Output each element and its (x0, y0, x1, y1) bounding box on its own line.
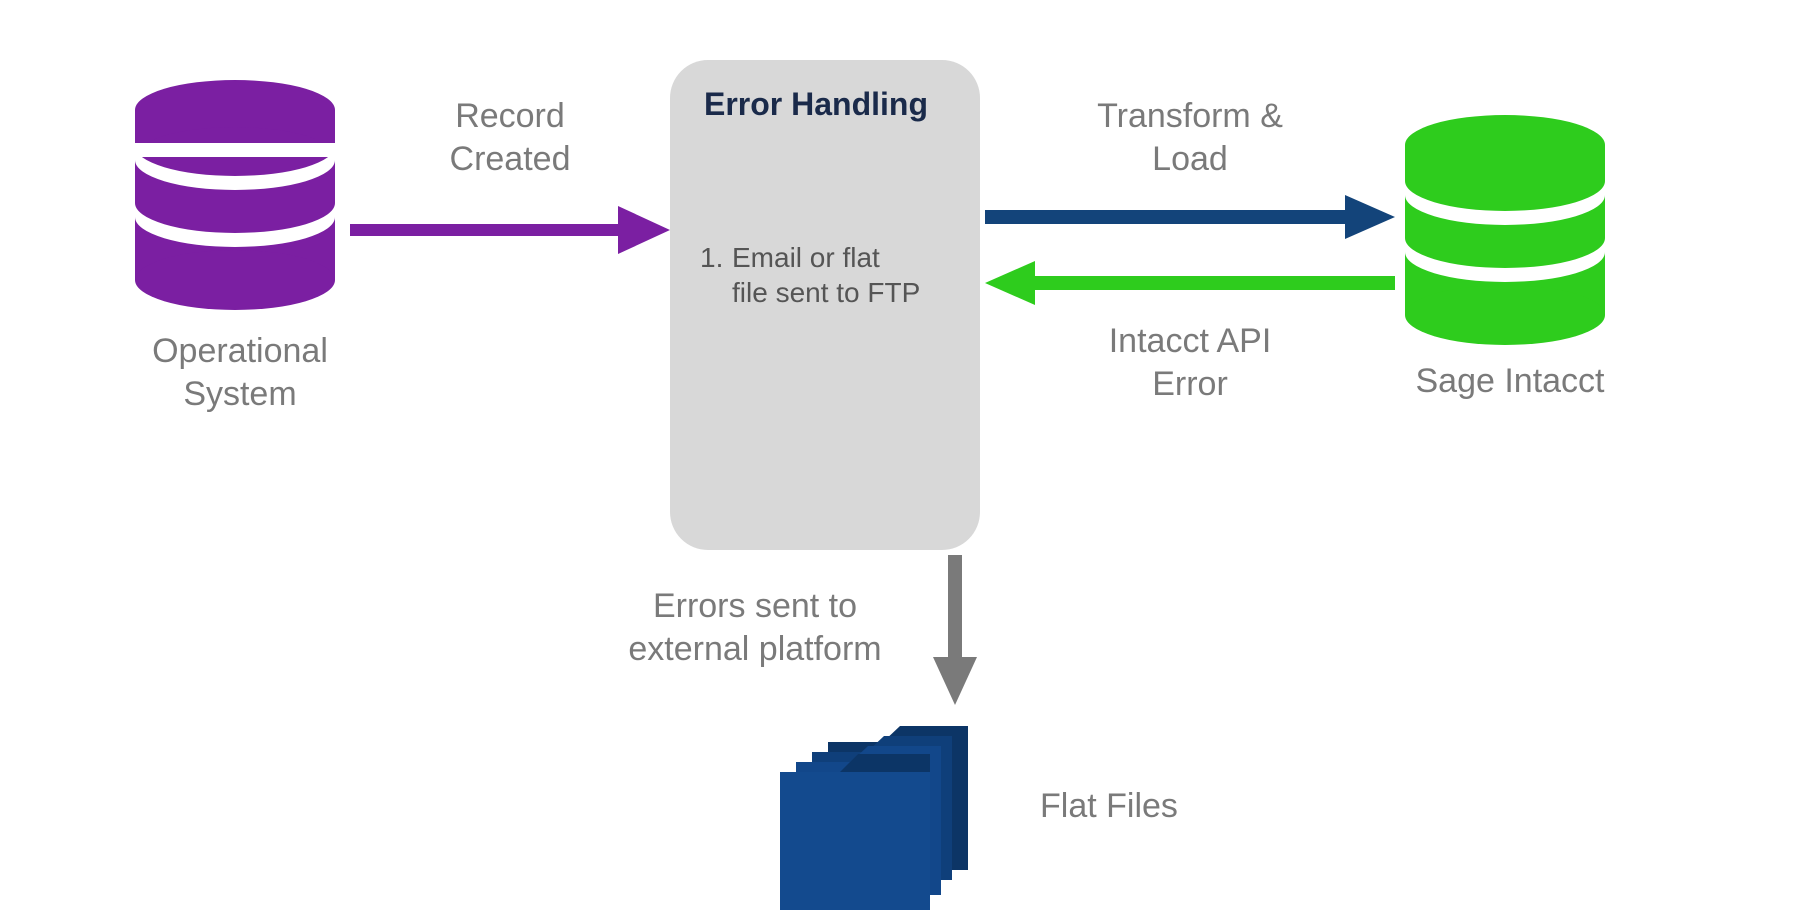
error-handling-title: Error Handling (704, 86, 928, 123)
error-handling-item-text: Email or flat file sent to FTP (732, 240, 920, 310)
diagram-stage: Operational System Record Created Error … (0, 0, 1800, 924)
arrow-intacct-api-error (985, 258, 1395, 308)
arrow-transform-load (985, 192, 1395, 242)
flat-files-label: Flat Files (1040, 785, 1240, 828)
sage-intacct-label: Sage Intacct (1380, 360, 1640, 403)
database-icon (1400, 115, 1610, 345)
folders-icon (780, 720, 1010, 910)
transform-load-label: Transform & Load (1060, 95, 1320, 180)
operational-system-label: Operational System (110, 330, 370, 415)
error-handling-item-num: 1. (700, 240, 723, 275)
errors-sent-label: Errors sent to external platform (590, 585, 920, 670)
database-icon (130, 80, 340, 310)
arrow-errors-sent (930, 555, 980, 705)
record-created-label: Record Created (400, 95, 620, 180)
intacct-api-error-label: Intacct API Error (1075, 320, 1305, 405)
arrow-record-created (350, 200, 670, 260)
error-handling-box: Error Handling 1. Email or flat file sen… (670, 60, 980, 550)
